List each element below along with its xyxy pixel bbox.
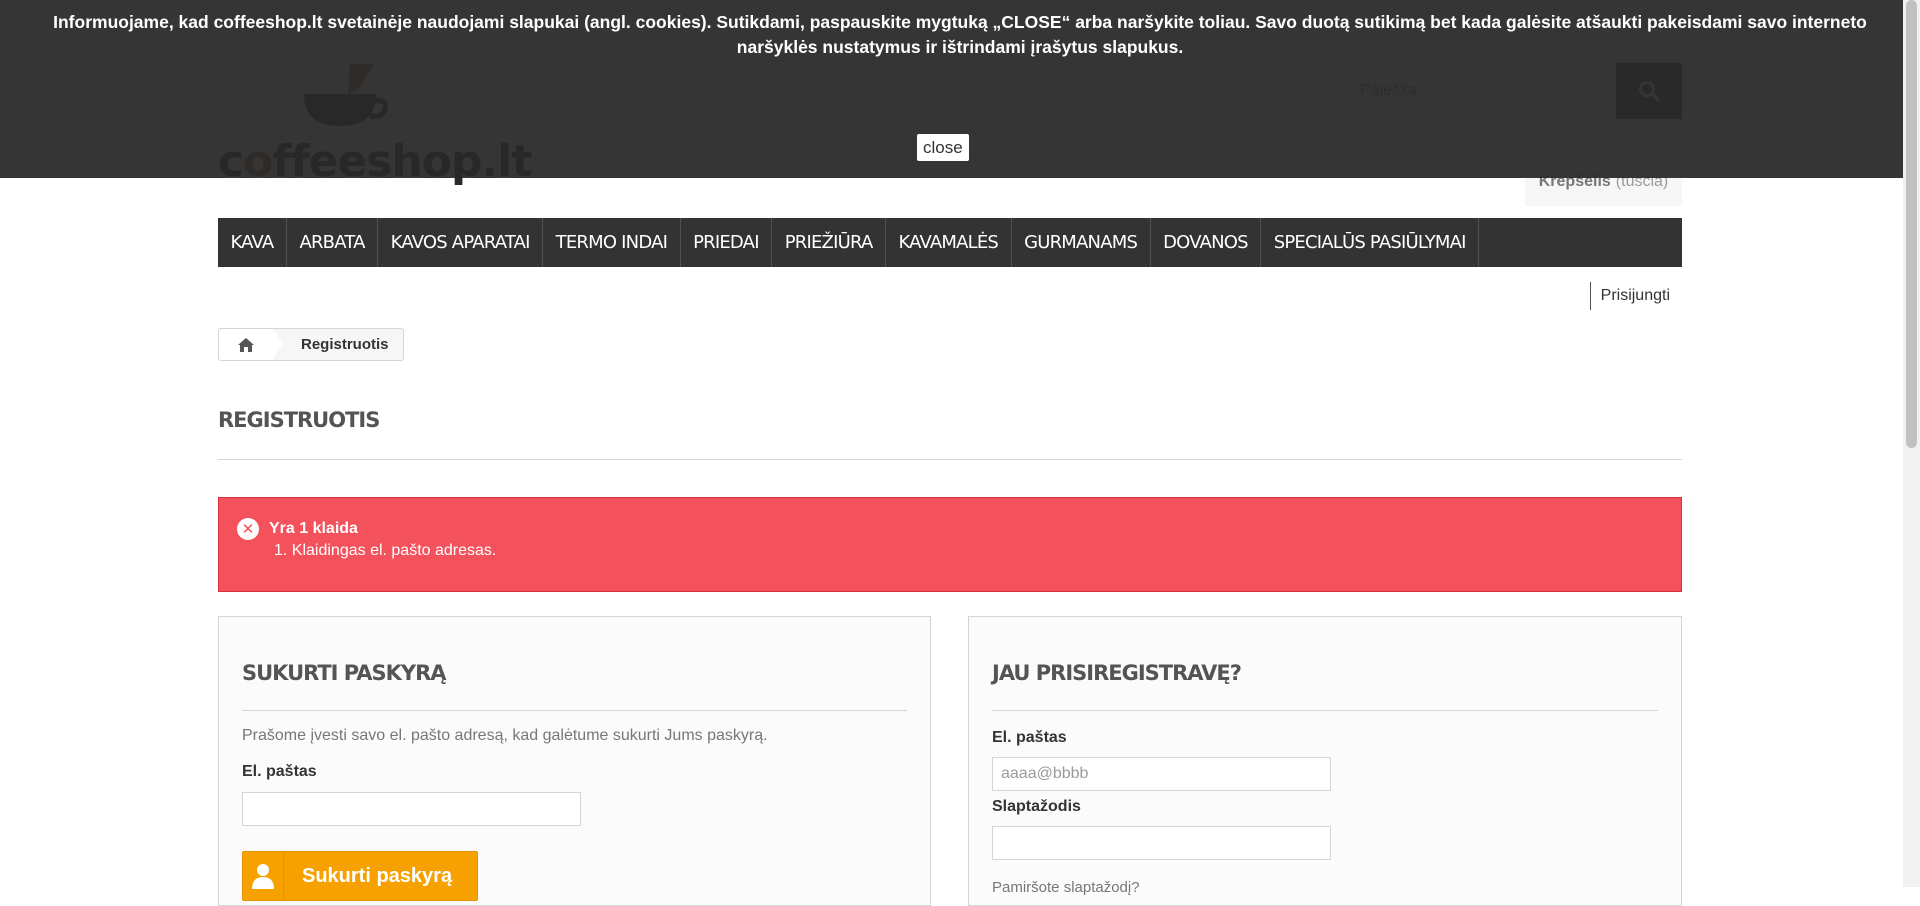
breadcrumb-current: Registruotis bbox=[301, 336, 389, 353]
divider bbox=[242, 710, 907, 711]
menu-item-termo-indai[interactable]: TERMO INDAI bbox=[543, 218, 681, 267]
cookie-close-button[interactable]: close bbox=[917, 134, 969, 161]
login-box: JAU PRISIREGISTRAVĘ? El. paštas Slaptažo… bbox=[968, 616, 1682, 906]
menu-item-kavos-aparatai[interactable]: KAVOS APARATAI bbox=[378, 218, 544, 267]
create-account-description: Prašome įvesti savo el. pašto adresą, ka… bbox=[242, 727, 768, 744]
login-email-field[interactable] bbox=[992, 757, 1331, 791]
cookie-banner-text: Informuojame, kad coffeeshop.lt svetainė… bbox=[53, 12, 1867, 57]
scrollbar-thumb[interactable] bbox=[1906, 0, 1917, 448]
breadcrumb-home[interactable] bbox=[219, 329, 283, 360]
page-title: REGISTRUOTIS bbox=[218, 408, 380, 432]
create-account-button[interactable]: Sukurti paskyrą bbox=[242, 851, 478, 901]
home-icon bbox=[238, 337, 254, 352]
login-link[interactable]: Prisijungti bbox=[1589, 282, 1670, 310]
error-alert: ✕ Yra 1 klaida 1. Klaidingas el. pašto a… bbox=[218, 497, 1682, 592]
alert-title: Yra 1 klaida bbox=[269, 520, 358, 537]
user-icon bbox=[243, 852, 284, 900]
breadcrumb: Registruotis bbox=[218, 328, 404, 361]
menu-item-kava[interactable]: KAVA bbox=[218, 218, 287, 267]
menu-item-arbata[interactable]: ARBATA bbox=[287, 218, 379, 267]
create-account-button-label: Sukurti paskyrą bbox=[302, 864, 453, 887]
create-account-box: SUKURTI PASKYRĄ Prašome įvesti savo el. … bbox=[218, 616, 931, 906]
menu-item-kavamales[interactable]: KAVAMALĖS bbox=[886, 218, 1012, 267]
cookie-banner: Informuojame, kad coffeeshop.lt svetainė… bbox=[0, 0, 1920, 178]
menu-item-gurmanams[interactable]: GURMANAMS bbox=[1012, 218, 1151, 267]
menu-item-specialus-pasiulymai[interactable]: SPECIALŪS PASIŪLYMAI bbox=[1261, 218, 1480, 267]
menu-item-dovanos[interactable]: DOVANOS bbox=[1151, 218, 1262, 267]
error-icon: ✕ bbox=[237, 518, 259, 540]
password-label: Slaptažodis bbox=[992, 798, 1081, 815]
menu-item-prieziura[interactable]: PRIEŽIŪRA bbox=[772, 218, 886, 267]
forgot-password-link[interactable]: Pamiršote slaptažodį? bbox=[992, 879, 1140, 896]
email-label: El. paštas bbox=[242, 763, 317, 780]
menu-item-priedai[interactable]: PRIEDAI bbox=[681, 218, 773, 267]
divider bbox=[218, 459, 1682, 460]
alert-item: 1. Klaidingas el. pašto adresas. bbox=[274, 542, 497, 559]
main-menu: KAVA ARBATA KAVOS APARATAI TERMO INDAI P… bbox=[218, 218, 1682, 267]
password-field[interactable] bbox=[992, 826, 1331, 860]
login-box-title: JAU PRISIREGISTRAVĘ? bbox=[992, 661, 1242, 685]
login-email-label: El. paštas bbox=[992, 729, 1067, 746]
scrollbar[interactable] bbox=[1903, 0, 1920, 887]
create-account-title: SUKURTI PASKYRĄ bbox=[242, 661, 447, 685]
divider bbox=[992, 710, 1658, 711]
create-email-field[interactable] bbox=[242, 792, 581, 826]
